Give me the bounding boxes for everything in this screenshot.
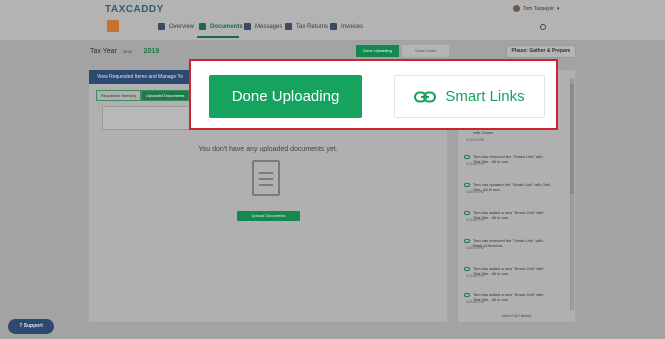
link-icon — [464, 293, 470, 297]
tab-uploaded-documents[interactable]: Uploaded Documents — [140, 90, 190, 101]
search-icon[interactable] — [540, 24, 546, 30]
link-icon — [464, 267, 470, 271]
zoom-callout: Done Uploading Smart Links — [189, 59, 558, 130]
history-item: Tom has updated the "Smart Link" with Te… — [464, 182, 551, 194]
tab-requested-items[interactable]: Requested Items(s) — [96, 90, 141, 101]
history-item: Tom has added a new "Smart Link" with Te… — [464, 266, 551, 278]
messages-icon — [244, 23, 251, 30]
tax-year-prev[interactable]: 2018 — [123, 49, 132, 54]
link-icon — [464, 239, 470, 243]
empty-state-text: You don't have any uploaded documents ye… — [198, 146, 338, 153]
nav-active-indicator — [197, 36, 239, 38]
nav-messages[interactable]: Messages — [244, 23, 282, 30]
link-icon — [464, 211, 470, 215]
top-bar: TAXCADDY Overview Documents Messages Tax… — [0, 0, 665, 40]
history-text: Tom has added a new "Smart Link" with Te… — [473, 210, 544, 220]
tax-year-label: Tax Year — [90, 48, 117, 55]
history-time: 4:20:10 PM — [466, 162, 484, 166]
link-icon — [464, 183, 470, 187]
dimmed-page: TAXCADDY Overview Documents Messages Tax… — [0, 0, 665, 339]
smart-links-button-bg: Smart Links — [402, 45, 449, 57]
done-uploading-button-bg: Done Uploading — [356, 45, 399, 57]
nav-invoices[interactable]: Invoices — [330, 23, 363, 30]
home-icon — [158, 23, 165, 30]
history-time: 4:20:10 PM — [466, 300, 484, 304]
invoices-icon — [330, 23, 337, 30]
history-item: Tom has removed the "Smart Link" with Ba… — [464, 238, 551, 250]
history-text: with Chase. — [473, 130, 494, 135]
firm-logo-icon — [107, 20, 119, 32]
smart-links-button[interactable]: Smart Links — [394, 75, 545, 118]
history-scrollbar-thumb[interactable] — [570, 84, 574, 194]
nav-label: Tax Returns — [296, 23, 329, 30]
app-logo: TAXCADDY — [105, 4, 164, 15]
nav-tax-returns[interactable]: Tax Returns — [285, 23, 328, 30]
history-text: Tom has removed the "Smart Link" with Te… — [473, 154, 543, 164]
upload-documents-button[interactable]: Upload Documents — [237, 211, 300, 221]
history-item: Tom has removed the "Smart Link" with Te… — [464, 154, 551, 166]
phase-badge: Phase: Gather & Prepare — [506, 45, 576, 58]
history-text: Tom has added a new "Smart Link" with Te… — [473, 266, 544, 276]
history-item: Tom has added a new "Smart Link" with Te… — [464, 292, 551, 304]
history-time: 4:20:10 PM — [466, 218, 484, 222]
tax-year: Tax Year 2018 2019 — [90, 48, 159, 55]
nav-label: Overview — [169, 23, 195, 30]
history-time: 4:20:10 PM — [466, 190, 484, 194]
link-icon — [464, 155, 470, 159]
done-uploading-button[interactable]: Done Uploading — [209, 75, 362, 118]
support-label: Support — [23, 323, 43, 329]
history-text: Tom has updated the "Smart Link" with Te… — [473, 182, 551, 192]
nav-label: Documents — [210, 23, 243, 30]
history-time: 4:20:10 PM — [466, 274, 484, 278]
tax-year-value: 2019 — [143, 48, 160, 55]
history-item: with Chase. 4:20:10 PM — [464, 130, 551, 142]
history-text: Tom has removed the "Smart Link" with Ba… — [473, 238, 543, 248]
history-text: Tom has added a new "Smart Link" with Te… — [473, 292, 544, 302]
tax-returns-icon — [285, 23, 292, 30]
history-time: 4:20:10 PM — [466, 246, 484, 250]
nav-label: Messages — [255, 23, 283, 30]
user-name: Tom Taxpayer — [523, 5, 555, 12]
support-button[interactable]: ? Support — [8, 319, 54, 334]
chevron-down-icon: ▾ — [557, 5, 560, 12]
history-time: 4:20:10 PM — [466, 138, 484, 142]
document-icon — [252, 160, 280, 196]
avatar — [513, 5, 520, 12]
user-menu[interactable]: Tom Taxpayer ▾ — [513, 5, 560, 12]
document-tabs: Requested Items(s) Uploaded Documents — [96, 90, 190, 101]
nav-documents[interactable]: Documents — [199, 23, 243, 30]
nav-label: Invoices — [341, 23, 364, 30]
upload-dropzone[interactable] — [102, 106, 192, 130]
nav-overview[interactable]: Overview — [158, 23, 194, 30]
history-item: Tom has added a new "Smart Link" with Te… — [464, 210, 551, 222]
smart-links-label: Smart Links — [445, 88, 525, 105]
link-icon — [414, 91, 437, 102]
view-full-history-link[interactable]: View Full History — [458, 313, 575, 318]
documents-icon — [199, 23, 206, 30]
